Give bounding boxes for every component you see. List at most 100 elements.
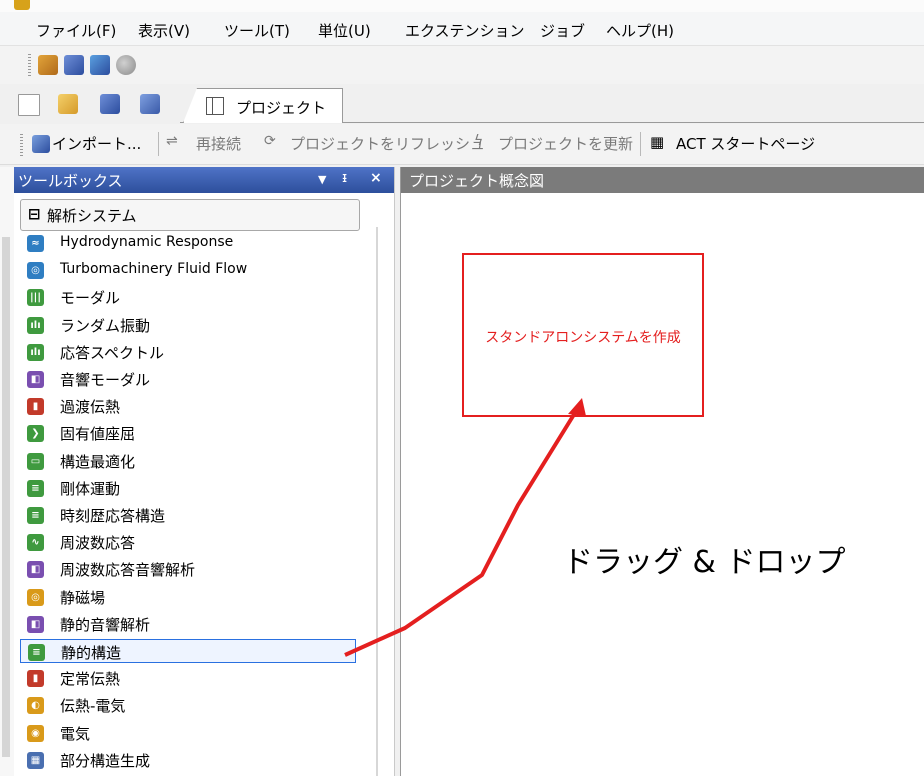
toolbar-grip-2[interactable] (20, 134, 23, 156)
refresh-project-button[interactable]: プロジェクトをリフレッシュ (290, 133, 485, 154)
menu-units[interactable]: 単位(U) (318, 20, 371, 41)
harmonic-acoustics-icon: ◧ (27, 561, 44, 579)
modal-icon: ||| (27, 289, 44, 307)
toolbox-item[interactable]: ◧ 周波数応答音響解析 (20, 557, 356, 581)
toolbox-item[interactable]: ||| モーダル (20, 285, 356, 309)
open-folder-icon[interactable] (58, 94, 78, 114)
toolbox-item-label: 電気 (60, 724, 91, 743)
hydrodynamic-response-icon: ≈ (27, 235, 44, 252)
tab-row: プロジェクト (0, 84, 924, 124)
toolbox-item-label: 周波数応答 (60, 534, 136, 553)
schematic-title: プロジェクト概念図 (409, 172, 545, 190)
toolbox-item[interactable]: ◎ 静磁場 (20, 585, 356, 609)
project-tab-icon (206, 97, 224, 115)
toolbox-item-label: ランダム振動 (60, 316, 151, 335)
toolbox-item-label: 構造最適化 (60, 452, 136, 471)
project-schematic-panel: プロジェクト概念図 スタンドアロンシステムを作成 ドラッグ & ドロップ (400, 167, 924, 776)
toolbar-grip[interactable] (28, 54, 31, 76)
save-as-icon[interactable] (90, 55, 110, 75)
save-as-disk-icon[interactable] (140, 94, 160, 114)
toolbox-item-label: 剛体運動 (60, 479, 121, 498)
close-icon[interactable]: × (370, 170, 382, 186)
toolbar-project: インポート... ⇌ 再接続 ⟳ プロジェクトをリフレッシュ ϟ プロジェクトを… (0, 124, 924, 165)
toolbox-item[interactable]: ▭ 構造最適化 (20, 449, 356, 473)
toolbox-item[interactable]: ılı ランダム振動 (20, 313, 356, 337)
toolbox-item-label: 固有値座屈 (60, 425, 136, 444)
left-scrollbar[interactable] (2, 237, 10, 757)
app-icon (14, 0, 30, 10)
dropdown-icon[interactable]: ▼ (318, 173, 326, 186)
toolbox-item[interactable]: ≡ 時刻歴応答構造 (20, 503, 356, 527)
menu-view[interactable]: 表示(V) (138, 20, 190, 41)
save-disk-icon[interactable] (100, 94, 120, 114)
toolbar-separator (158, 132, 159, 156)
toolbox-item[interactable]: ◐ 伝熱-電気 (20, 693, 356, 717)
drop-zone-label: スタンドアロンシステムを作成 (485, 330, 681, 346)
static-acoustics-icon: ◧ (27, 615, 44, 633)
collapse-icon[interactable]: ⊟ (28, 205, 41, 223)
topology-optimization-icon: ▭ (27, 452, 44, 470)
toolbox-item-label: Hydrodynamic Response (60, 234, 234, 250)
drag-drop-annotation: ドラッグ & ドロップ (563, 545, 846, 580)
menu-tools[interactable]: ツール(T) (224, 20, 290, 41)
steady-thermal-icon: ▮ (27, 670, 44, 688)
menu-file[interactable]: ファイル(F) (36, 20, 116, 41)
toolbox-item-label: 静磁場 (60, 588, 106, 607)
toolbox-item[interactable]: ▮ 過渡伝熱 (20, 394, 356, 418)
eigenvalue-buckling-icon: ❯ (27, 425, 44, 443)
toolbox-item-label: 過渡伝熱 (60, 398, 121, 417)
toolbox-item[interactable]: ❯ 固有値座屈 (20, 421, 356, 445)
toolbox-header: ツールボックス ▼ ᵻ × (14, 167, 394, 193)
toolbox-item[interactable]: ılı 応答スペクトル (20, 340, 356, 364)
tab-project-label: プロジェクト (236, 99, 327, 117)
toolbox-item[interactable]: ▦ 部分構造生成 (20, 748, 356, 772)
save-icon[interactable] (64, 55, 84, 75)
grid-icon: ▦ (650, 133, 665, 151)
refresh-icon: ⟳ (264, 133, 276, 149)
transient-thermal-icon: ▮ (27, 398, 44, 416)
act-start-page-button[interactable]: ACT スタートページ (676, 133, 815, 154)
toolbox-item[interactable]: ◉ 電気 (20, 721, 356, 745)
toolbox-item[interactable]: ▮ 定常伝熱 (20, 666, 356, 690)
import-button[interactable]: インポート... (52, 133, 141, 154)
category-analysis-systems[interactable]: ⊟ 解析システム (20, 199, 360, 231)
menu-help[interactable]: ヘルプ(H) (606, 20, 674, 41)
toolbox-item[interactable]: ◧ 音響モーダル (20, 367, 356, 391)
toolbox-item-label: 時刻歴応答構造 (60, 507, 166, 525)
menu-extensions[interactable]: エクステンション (405, 20, 525, 41)
toolbox-item-label: 音響モーダル (60, 371, 151, 389)
toolbox-item-label: 周波数応答音響解析 (60, 561, 196, 580)
harmonic-response-icon: ∿ (27, 534, 44, 552)
standalone-system-drop-zone[interactable]: スタンドアロンシステムを作成 (462, 253, 704, 417)
pin-icon[interactable]: ᵻ (342, 170, 347, 186)
globe-icon[interactable] (116, 55, 136, 75)
transient-structural-icon: ≡ (27, 507, 44, 524)
reconnect-icon: ⇌ (166, 133, 178, 149)
toolbox-item-label: 静的構造 (61, 644, 122, 662)
update-project-button[interactable]: プロジェクトを更新 (498, 133, 633, 154)
menu-jobs[interactable]: ジョブ (540, 20, 585, 41)
toolbox-scrollbar[interactable] (376, 227, 378, 776)
category-label: 解析システム (47, 207, 137, 225)
toolbox-item-label: 静的音響解析 (60, 615, 151, 634)
import-icon[interactable] (32, 135, 50, 153)
toolbox-item-label: 応答スペクトル (60, 343, 164, 362)
toolbox-item-label: 定常伝熱 (60, 670, 121, 689)
toolbox-item[interactable]: ◧ 静的音響解析 (20, 612, 356, 636)
open-project-icon[interactable] (38, 55, 58, 75)
new-file-icon[interactable] (18, 94, 40, 116)
random-vibration-icon: ılı (27, 316, 44, 334)
toolbox-item[interactable]: ≡ 静的構造 (20, 639, 356, 663)
toolbox-item[interactable]: ≡ 剛体運動 (20, 476, 356, 500)
toolbox-item[interactable]: ◎ Turbomachinery Fluid Flow (20, 258, 356, 282)
toolbox-panel: ツールボックス ▼ ᵻ × ⊟ 解析システム ≈ Hydrodynamic Res… (14, 167, 395, 776)
toolbox-item-label: 部分構造生成 (60, 751, 151, 770)
schematic-header: プロジェクト概念図 (401, 167, 924, 193)
toolbox-item-label: モーダル (60, 289, 121, 308)
toolbox-item[interactable]: ∿ 周波数応答 (20, 530, 356, 554)
reconnect-button[interactable]: 再接続 (196, 133, 241, 154)
acoustic-modal-icon: ◧ (27, 371, 44, 388)
tab-project[interactable]: プロジェクト (183, 88, 343, 123)
title-bar (0, 0, 924, 12)
toolbox-item[interactable]: ≈ Hydrodynamic Response (20, 231, 356, 255)
